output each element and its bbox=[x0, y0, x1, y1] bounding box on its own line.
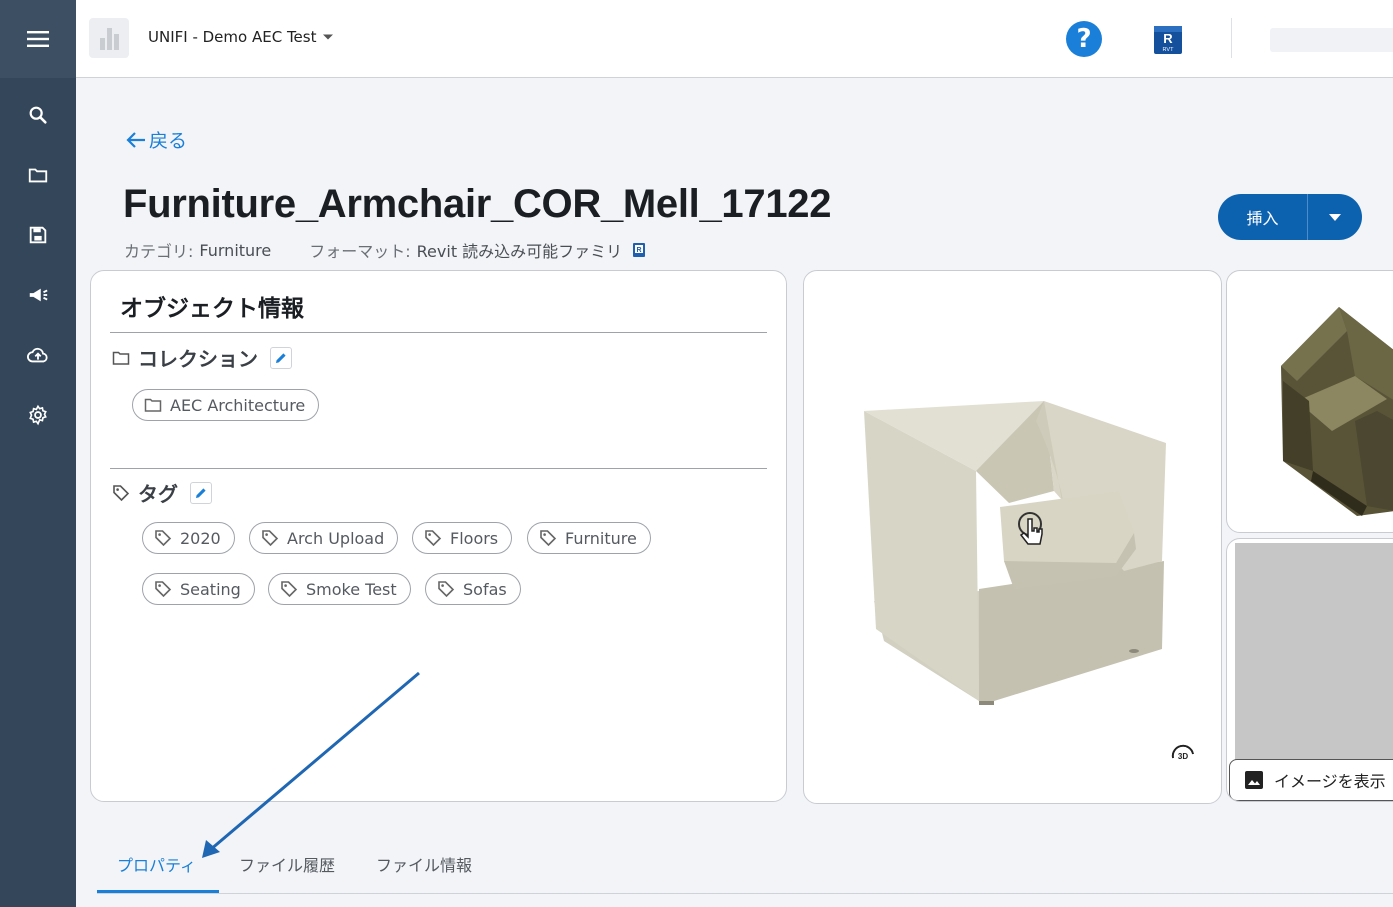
project-selector[interactable]: UNIFI - Demo AEC Test bbox=[148, 28, 334, 46]
project-name: UNIFI - Demo AEC Test bbox=[148, 28, 317, 46]
object-info-title: オブジェクト情報 bbox=[120, 296, 304, 322]
app-logo[interactable] bbox=[89, 18, 129, 58]
collection-section-header: コレクション bbox=[112, 343, 292, 372]
insert-button[interactable]: 挿入 bbox=[1218, 194, 1308, 240]
tag-chip[interactable]: Smoke Test bbox=[268, 573, 411, 605]
tab-properties[interactable]: プロパティ bbox=[117, 852, 196, 876]
edit-collection-button[interactable] bbox=[270, 346, 292, 369]
megaphone-icon bbox=[29, 288, 48, 302]
pencil-icon bbox=[276, 352, 286, 363]
tags-label: タグ bbox=[138, 482, 178, 506]
rotate-3d-icon[interactable]: 3D bbox=[1168, 741, 1198, 771]
back-link[interactable]: 戻る bbox=[125, 126, 187, 153]
thumbnail-render[interactable] bbox=[1226, 270, 1393, 533]
image-placeholder bbox=[1235, 543, 1393, 765]
tag-chip-label: Smoke Test bbox=[306, 579, 397, 599]
tag-icon bbox=[155, 530, 172, 547]
chevron-down-icon bbox=[323, 34, 334, 40]
tag-chip[interactable]: Furniture bbox=[527, 522, 651, 554]
category-value: Furniture bbox=[199, 240, 272, 260]
armchair-3d-model bbox=[864, 401, 1166, 705]
back-label: 戻る bbox=[149, 130, 188, 152]
tag-icon bbox=[262, 530, 279, 547]
tag-chip[interactable]: Seating bbox=[142, 573, 255, 605]
folder-icon bbox=[28, 168, 48, 183]
collection-label: コレクション bbox=[138, 347, 258, 371]
page-title: Furniture_Armchair_COR_Mell_17122 bbox=[123, 182, 832, 226]
revit-badge-letter: R bbox=[1163, 31, 1173, 46]
tag-chip-label: Sofas bbox=[463, 579, 507, 599]
rotate-3d-label: 3D bbox=[1178, 752, 1188, 761]
svg-text:R: R bbox=[637, 247, 642, 254]
active-tab-indicator bbox=[97, 890, 219, 893]
search-icon bbox=[29, 106, 47, 124]
sidebar-item-save[interactable] bbox=[0, 215, 76, 255]
category-label: カテゴリ: bbox=[124, 242, 194, 261]
cloud-upload-icon bbox=[27, 347, 48, 363]
divider bbox=[110, 468, 767, 469]
top-header: UNIFI - Demo AEC Test ? R RVT bbox=[76, 0, 1393, 78]
tag-chip[interactable]: Sofas bbox=[425, 573, 521, 605]
image-icon bbox=[1245, 771, 1263, 789]
sidebar-item-settings[interactable] bbox=[0, 395, 76, 435]
divider bbox=[110, 332, 767, 333]
revit-icon[interactable]: R RVT bbox=[1153, 23, 1183, 55]
tag-chip-label: Floors bbox=[450, 528, 499, 548]
tag-icon bbox=[155, 581, 172, 598]
tag-icon bbox=[425, 530, 442, 547]
insert-dropdown-button[interactable] bbox=[1308, 194, 1362, 240]
pencil-icon bbox=[196, 487, 206, 498]
show-image-label: イメージを表示 bbox=[1274, 772, 1386, 791]
insert-split-button: 挿入 bbox=[1218, 194, 1362, 240]
tag-icon bbox=[281, 581, 298, 598]
model-3d-viewer[interactable]: 3D bbox=[803, 270, 1222, 804]
sidebar-item-folder[interactable] bbox=[0, 155, 76, 195]
folder-outline-icon bbox=[144, 398, 162, 412]
show-image-button[interactable]: イメージを表示 bbox=[1229, 759, 1393, 801]
sidebar-item-announcements[interactable] bbox=[0, 275, 76, 315]
tag-icon bbox=[113, 484, 130, 501]
folder-outline-icon bbox=[112, 351, 130, 365]
tags-section-header: タグ bbox=[112, 478, 212, 507]
sidebar-item-search[interactable] bbox=[0, 95, 76, 135]
edit-tags-button[interactable] bbox=[190, 481, 212, 504]
tab-file-info[interactable]: ファイル情報 bbox=[376, 852, 472, 876]
collection-chip-label: AEC Architecture bbox=[170, 395, 306, 415]
menu-icon bbox=[27, 31, 49, 47]
thumbnail-placeholder: イメージを表示 bbox=[1226, 538, 1393, 802]
tag-chip-label: Arch Upload bbox=[287, 528, 385, 548]
object-meta: カテゴリ: Furniture フォーマット: Revit 読み込み可能ファミリ… bbox=[124, 238, 646, 262]
tab-file-history[interactable]: ファイル履歴 bbox=[239, 852, 335, 876]
tag-chip-label: Furniture bbox=[565, 528, 637, 548]
object-info-card: オブジェクト情報 コレクション AEC Architecture タグ 2020… bbox=[90, 270, 787, 802]
revit-file-icon: R bbox=[633, 243, 646, 257]
help-icon[interactable]: ? bbox=[1066, 21, 1102, 57]
format-value: Revit 読み込み可能ファミリ bbox=[416, 242, 623, 261]
sidebar bbox=[0, 0, 76, 907]
arrow-left-icon bbox=[126, 131, 145, 148]
gear-icon bbox=[29, 404, 47, 426]
tag-chip[interactable]: Floors bbox=[412, 522, 513, 554]
tag-chip-label: 2020 bbox=[180, 528, 221, 548]
armchair-render-thumbnail bbox=[1281, 307, 1393, 516]
tag-chip-label: Seating bbox=[180, 579, 241, 599]
detail-tabs: プロパティ ファイル履歴 ファイル情報 bbox=[97, 846, 1393, 894]
user-menu[interactable] bbox=[1270, 28, 1393, 52]
format-label: フォーマット: bbox=[309, 242, 411, 261]
tag-icon bbox=[540, 530, 557, 547]
tag-chip[interactable]: Arch Upload bbox=[249, 522, 399, 554]
header-divider bbox=[1231, 18, 1232, 58]
revit-badge-sub: RVT bbox=[1163, 47, 1175, 53]
menu-button[interactable] bbox=[0, 0, 76, 78]
tag-icon bbox=[438, 581, 455, 598]
tag-chip[interactable]: 2020 bbox=[142, 522, 235, 554]
collection-chip[interactable]: AEC Architecture bbox=[132, 389, 320, 421]
sidebar-item-upload[interactable] bbox=[0, 335, 76, 375]
save-icon bbox=[29, 226, 47, 244]
caret-down-icon bbox=[1329, 213, 1341, 221]
